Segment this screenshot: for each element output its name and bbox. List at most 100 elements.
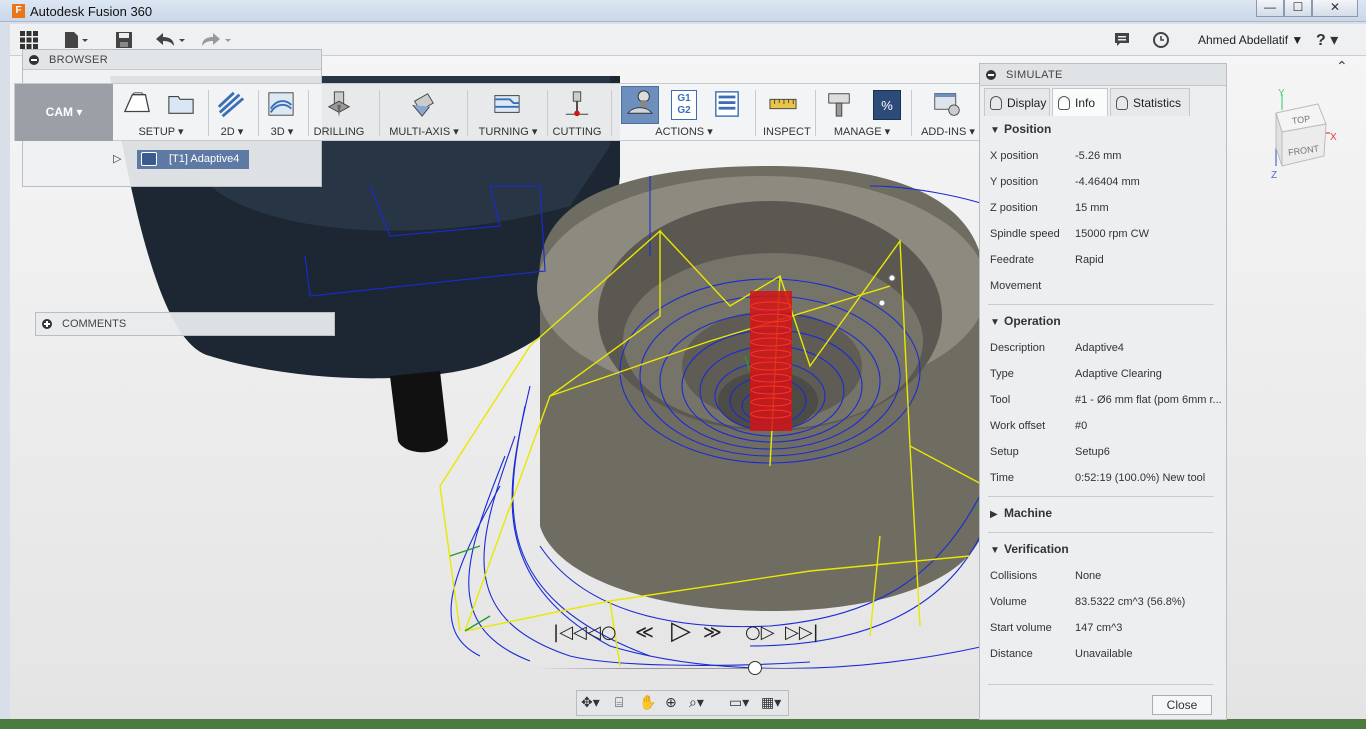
tab-statistics[interactable]: Statistics xyxy=(1110,88,1190,116)
save-icon[interactable] xyxy=(116,32,132,48)
taskbar-edge xyxy=(0,719,1366,729)
adaptive-operation-icon xyxy=(141,152,157,166)
new-folder-icon[interactable] xyxy=(167,90,195,118)
step-back-button[interactable]: ≪ xyxy=(635,622,654,643)
add-ins-group[interactable]: ADD-INS ▾ xyxy=(917,84,979,141)
tool-library-icon[interactable] xyxy=(825,90,853,118)
multi-axis-icon[interactable] xyxy=(409,90,437,118)
close-window-button[interactable]: ✕ xyxy=(1312,0,1358,17)
cam-toolbar: CAM ▾ SETUP ▾ 2D ▾ 3D ▾ DRILLING MULTI-A… xyxy=(14,83,984,141)
collapse-icon[interactable] xyxy=(29,55,39,65)
2d-label: 2D ▾ xyxy=(220,126,244,138)
orbit-icon[interactable]: ✥▾ xyxy=(581,695,600,711)
fit-zoom-icon[interactable]: ⌕▾ xyxy=(689,695,704,711)
setup-icon[interactable] xyxy=(123,90,151,118)
info-row: Time 0:52:19 (100.0%) New tool xyxy=(990,472,1206,484)
previous-operation-button[interactable]: ◁○ xyxy=(587,622,617,643)
go-to-end-button[interactable]: ▷▷| xyxy=(785,622,819,643)
minimize-button[interactable]: — xyxy=(1256,0,1284,17)
step-forward-button[interactable]: ≫ xyxy=(703,622,722,643)
setup-sheet-icon[interactable] xyxy=(713,90,741,118)
expand-triangle-icon: ▶ xyxy=(990,509,998,520)
comment-icon[interactable] xyxy=(1114,32,1130,48)
operation-node-adaptive4[interactable]: [T1] Adaptive4 xyxy=(137,150,249,169)
collapse-icon[interactable] xyxy=(986,70,996,80)
info-row: Distance Unavailable xyxy=(990,648,1133,660)
add-ins-label: ADD-INS ▾ xyxy=(921,126,975,138)
drilling-group[interactable]: DRILLING xyxy=(313,84,365,141)
playback-controls: |◁◁ ◁○ ≪ ▷ ≫ ○▷ ▷▷| xyxy=(553,616,819,650)
comments-panel[interactable]: COMMENTS xyxy=(35,312,335,336)
info-row: Start volume 147 cm^3 xyxy=(990,622,1123,634)
help-icon[interactable]: ? ▾ xyxy=(1316,30,1338,50)
multi-axis-group[interactable]: MULTI-AXIS ▾ xyxy=(387,84,461,141)
3d-group[interactable]: 3D ▾ xyxy=(263,84,301,141)
position-section-header[interactable]: ▼ Position xyxy=(990,122,1051,136)
info-row: Spindle speed 15000 rpm CW xyxy=(990,228,1149,240)
actions-group[interactable]: G1 G2 ACTIONS ▾ xyxy=(619,84,749,141)
viewcube-x-axis: X xyxy=(1330,132,1337,143)
timeline-slider-handle[interactable] xyxy=(748,661,762,675)
operation-section-header[interactable]: ▼ Operation xyxy=(990,314,1061,328)
verification-section-header[interactable]: ▼ Verification xyxy=(990,542,1069,556)
collapse-triangle-icon: ▼ xyxy=(990,545,1000,556)
measure-icon[interactable] xyxy=(769,90,797,118)
cutting-group[interactable]: CUTTING xyxy=(551,84,603,141)
scripts-icon[interactable] xyxy=(933,90,961,118)
viewcube-y-axis: Y xyxy=(1278,88,1285,99)
info-row: Z position 15 mm xyxy=(990,202,1109,214)
next-operation-button[interactable]: ○▷ xyxy=(745,622,775,643)
setup-group[interactable]: SETUP ▾ xyxy=(119,84,203,141)
browser-header[interactable]: BROWSER xyxy=(23,50,321,70)
post-process-button[interactable]: G1 G2 xyxy=(671,90,697,120)
display-settings-icon[interactable]: ▭▾ xyxy=(729,695,749,711)
grid-icon[interactable]: ▦▾ xyxy=(761,695,781,711)
file-menu-icon[interactable] xyxy=(64,32,90,48)
2d-toolpath-icon[interactable] xyxy=(217,90,245,118)
cutting-label: CUTTING xyxy=(552,126,602,138)
manage-label: MANAGE ▾ xyxy=(833,126,891,138)
zoom-icon[interactable]: ⊕ xyxy=(665,695,677,711)
info-tab-icon xyxy=(1058,96,1070,110)
play-button[interactable]: ▷ xyxy=(671,616,691,646)
cutting-icon[interactable] xyxy=(563,90,591,118)
collapse-chevron-icon[interactable]: ⌃ xyxy=(1336,58,1348,75)
tool-helix xyxy=(750,291,792,431)
look-at-icon[interactable]: ⌸ xyxy=(615,695,623,711)
statistics-tab-icon xyxy=(1116,96,1128,110)
info-row: Movement xyxy=(990,280,1042,292)
manage-group[interactable]: % MANAGE ▾ xyxy=(821,84,903,141)
actions-label: ACTIONS ▾ xyxy=(655,126,713,138)
simulate-header[interactable]: SIMULATE xyxy=(980,64,1226,86)
apps-grid-icon[interactable] xyxy=(20,31,38,49)
maximize-button[interactable]: ☐ xyxy=(1284,0,1312,17)
inspect-group[interactable]: INSPECT xyxy=(763,84,811,141)
turning-icon[interactable] xyxy=(493,90,521,118)
tab-display[interactable]: Display xyxy=(984,88,1050,116)
tab-info[interactable]: Info xyxy=(1052,88,1108,116)
expand-icon[interactable] xyxy=(42,319,52,329)
info-row: X position -5.26 mm xyxy=(990,150,1122,162)
setup-label: SETUP ▾ xyxy=(138,126,184,138)
drill-icon[interactable] xyxy=(325,90,353,118)
post-library-button[interactable]: % xyxy=(873,90,901,120)
redo-icon[interactable] xyxy=(200,32,234,48)
view-cube[interactable]: TOP FRONT Y X Z xyxy=(1262,88,1352,183)
undo-icon[interactable] xyxy=(154,32,188,48)
timeline-track[interactable] xyxy=(535,668,835,669)
user-account-menu[interactable]: Ahmed Abdellatif ▼ xyxy=(1198,33,1303,47)
turning-group[interactable]: TURNING ▾ xyxy=(473,84,543,141)
job-status-clock-icon[interactable] xyxy=(1153,32,1169,48)
collapse-triangle-icon: ▼ xyxy=(990,125,1000,136)
simulate-icon[interactable] xyxy=(626,89,654,117)
3d-toolpath-icon[interactable] xyxy=(267,90,295,118)
machine-section-header[interactable]: ▶ Machine xyxy=(990,506,1052,520)
expand-triangle-icon[interactable]: ▷ xyxy=(113,152,121,165)
go-to-start-button[interactable]: |◁◁ xyxy=(553,622,587,643)
close-button[interactable]: Close xyxy=(1152,695,1212,715)
operation-node-label: [T1] Adaptive4 xyxy=(169,153,240,165)
2d-group[interactable]: 2D ▾ xyxy=(213,84,251,141)
pan-hand-icon[interactable]: ✋ xyxy=(639,695,656,711)
drilling-label: DRILLING xyxy=(313,126,365,138)
workspace-switcher[interactable]: CAM ▾ xyxy=(15,84,113,141)
